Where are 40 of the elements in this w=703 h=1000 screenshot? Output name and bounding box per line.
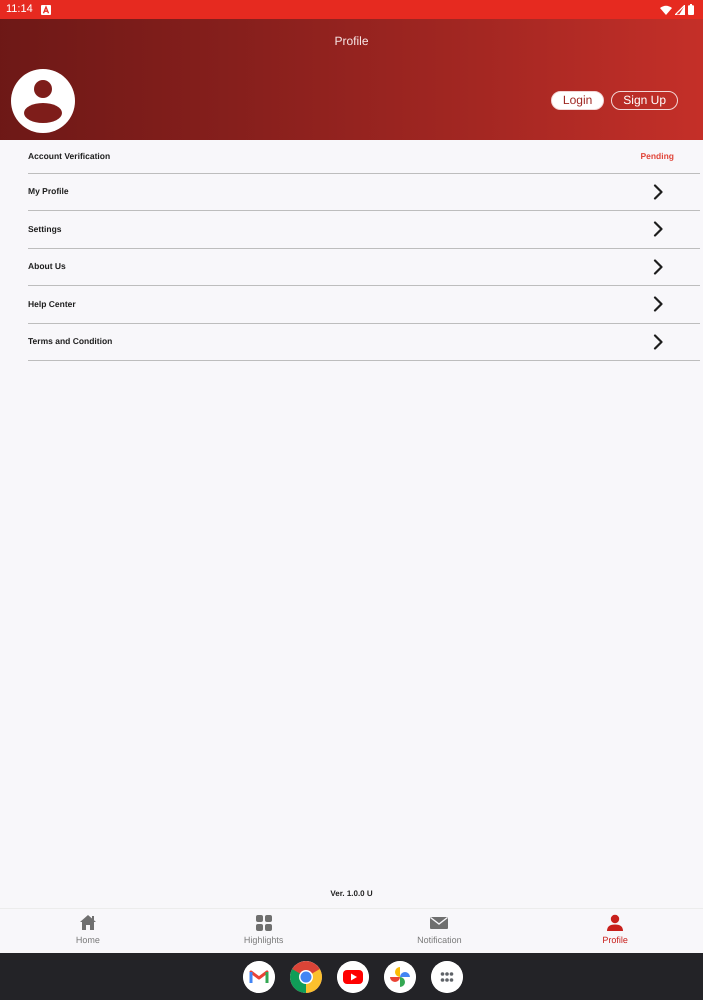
chevron-right-icon — [653, 184, 663, 200]
chevron-right-icon — [653, 258, 663, 275]
menu-label: Account Verification — [28, 150, 110, 163]
mail-app-icon[interactable] — [242, 960, 274, 992]
clock-time: 11:14 — [6, 2, 33, 18]
menu-label: Terms and Condition — [28, 335, 112, 348]
nav-tab[interactable]: Home — [76, 909, 100, 953]
menu-label: About Us — [28, 260, 66, 274]
menu-item[interactable]: Terms and Condition — [28, 324, 700, 361]
nav-tab[interactable]: Highlights — [244, 909, 284, 953]
menu-item[interactable]: About Us — [28, 248, 700, 286]
signal-icon — [675, 4, 685, 14]
status-text: Pending — [640, 150, 674, 163]
avatar-icon — [11, 69, 75, 133]
menu-label: Settings — [28, 222, 62, 236]
menu-item[interactable]: My Profile — [28, 174, 700, 211]
person-icon — [606, 914, 624, 932]
home-icon — [78, 914, 97, 932]
nav-tab[interactable]: Profile — [602, 909, 628, 953]
pinwheel-app-icon[interactable] — [384, 960, 416, 992]
menu-label: My Profile — [28, 185, 69, 198]
login-button[interactable]: Login — [550, 90, 604, 110]
page-title: Profile — [334, 33, 368, 50]
chevron-right-icon — [653, 296, 663, 312]
menu-item[interactable]: Account Verification Pending — [28, 140, 700, 174]
chevron-right-icon — [653, 221, 663, 238]
chevron-right-icon — [653, 334, 663, 350]
browser-app-icon[interactable] — [290, 960, 322, 992]
grid-icon — [254, 914, 273, 932]
battery-icon — [688, 4, 694, 15]
menu-item[interactable]: Settings — [28, 211, 700, 248]
menu-label: Help Center — [28, 298, 76, 311]
wifi-icon — [660, 4, 672, 14]
notification-icon — [40, 4, 51, 14]
version-text: Ver. 1.0.0 U — [330, 888, 373, 900]
signup-button[interactable]: Sign Up — [611, 90, 678, 110]
video-app-icon[interactable] — [336, 960, 368, 992]
nav-tab[interactable]: Notification — [417, 909, 462, 953]
app-grid-icon[interactable] — [430, 960, 462, 992]
menu-item[interactable]: Help Center — [28, 286, 700, 324]
